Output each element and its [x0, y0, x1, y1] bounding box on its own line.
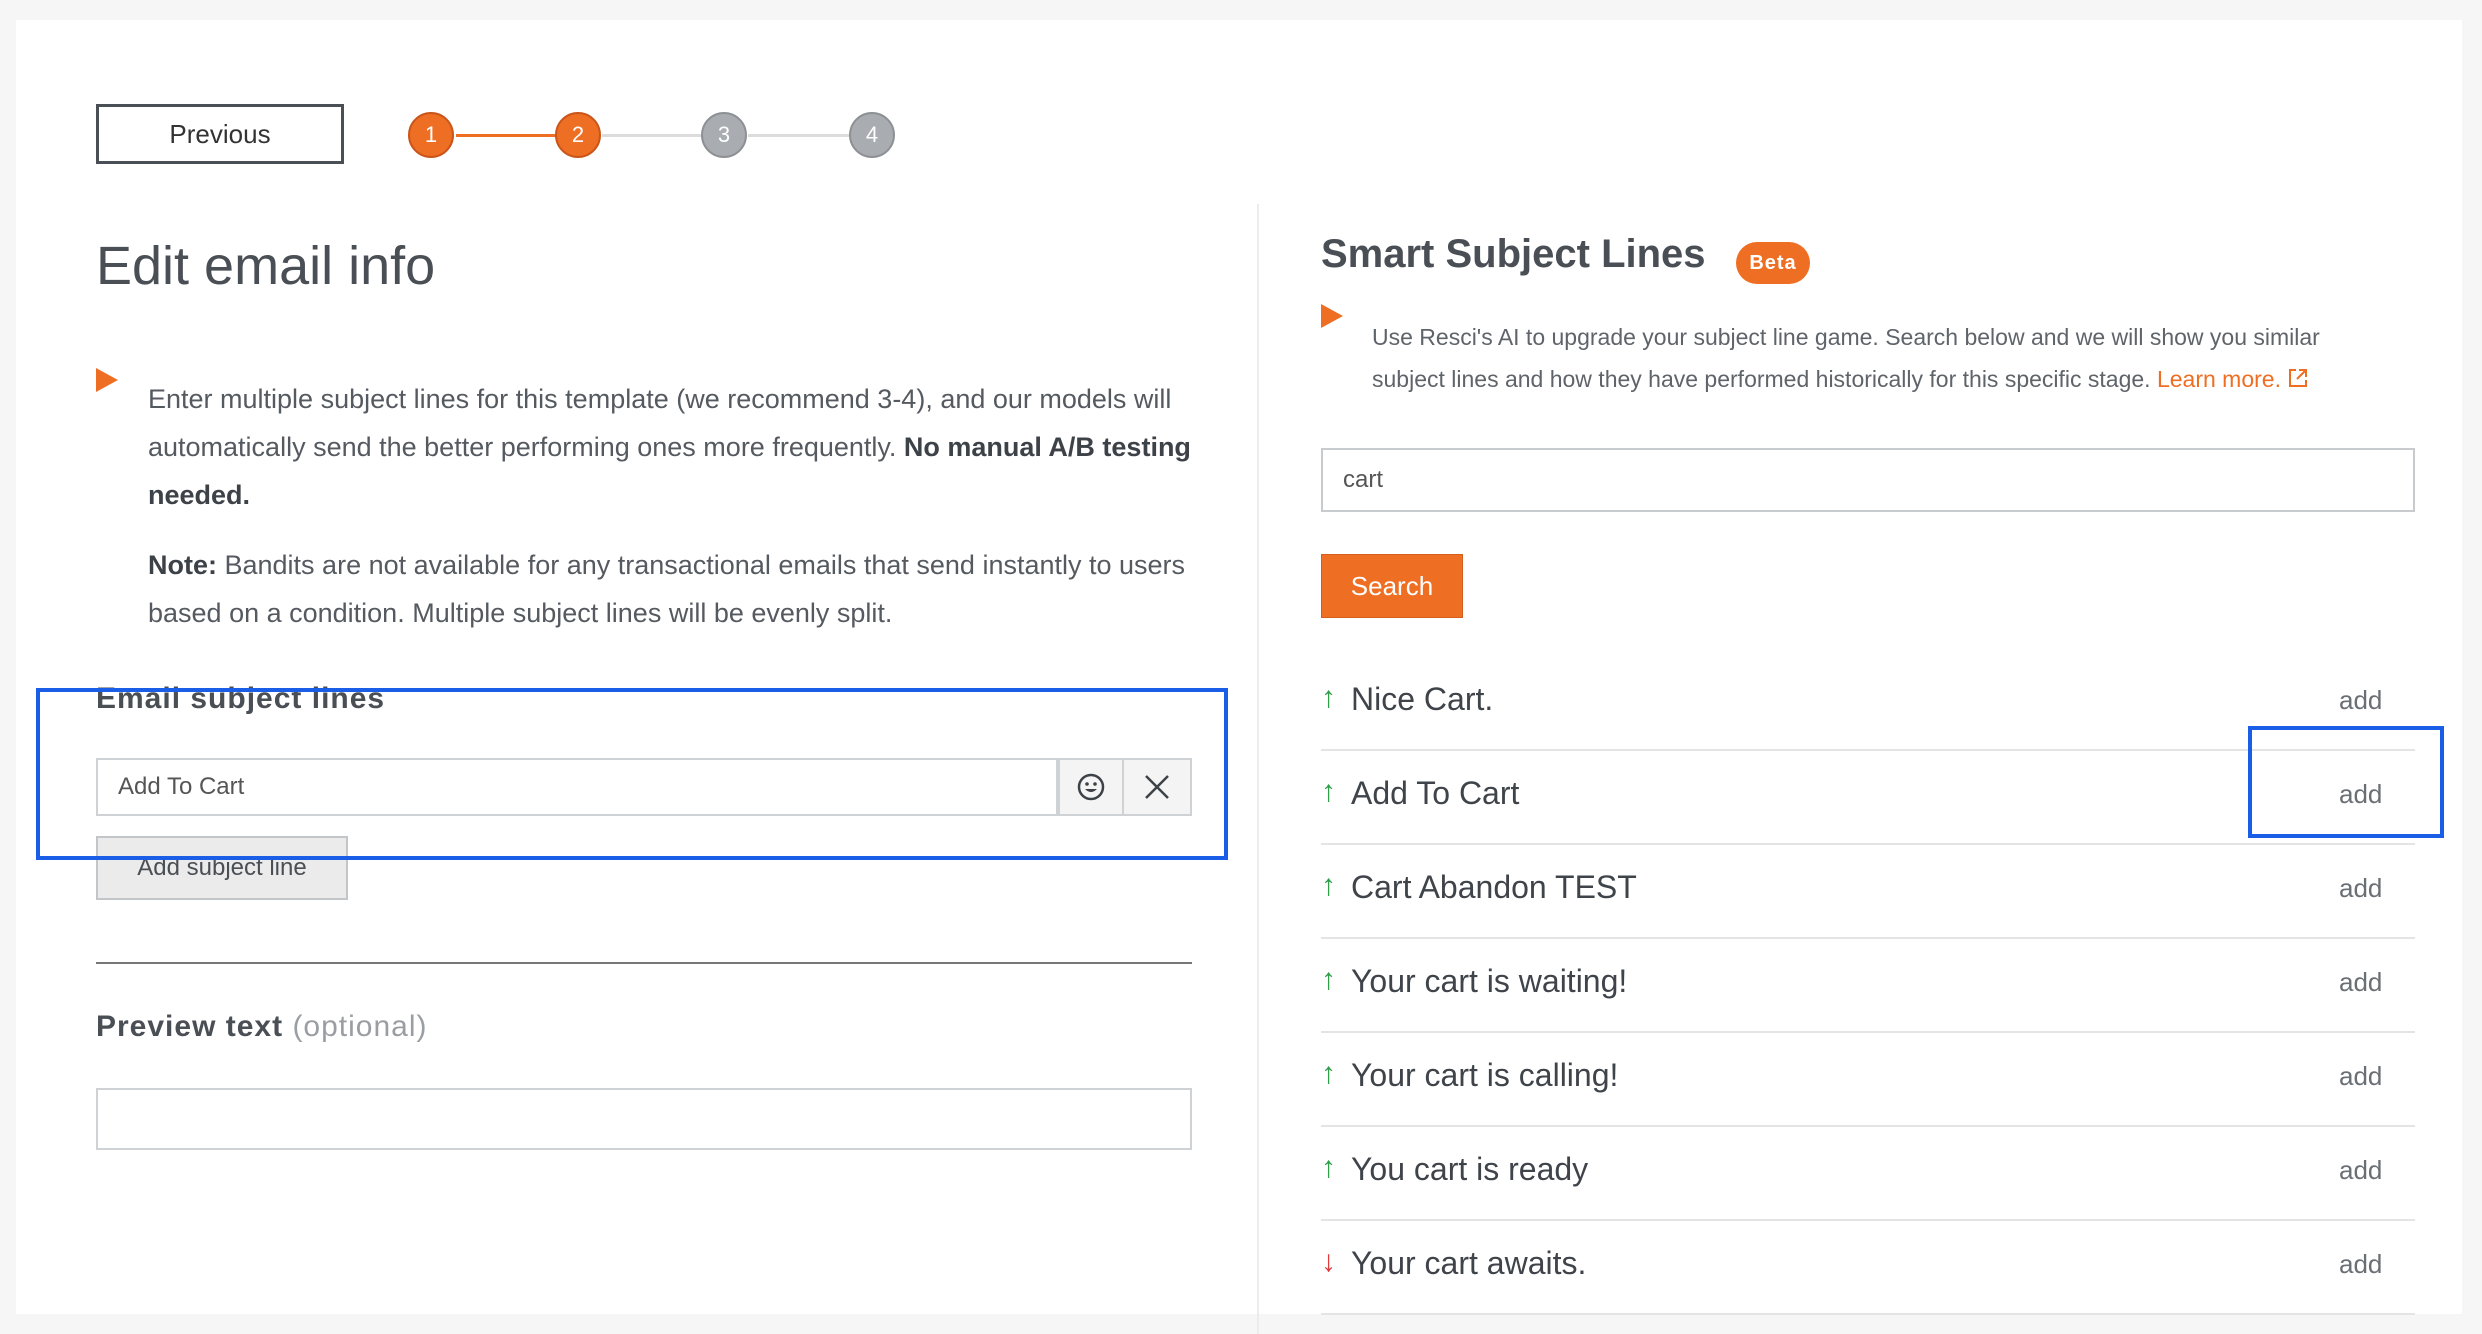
note-label: Note: [148, 550, 217, 580]
add-result-button[interactable]: add [2339, 873, 2382, 904]
result-row: ↑ Nice Cart. add [1321, 657, 2415, 751]
add-subject-line-button[interactable]: Add subject line [96, 836, 348, 900]
subject-lines-heading: Email subject lines [96, 682, 386, 715]
close-icon [1145, 775, 1169, 799]
result-label: Cart Abandon TEST [1351, 869, 1637, 905]
trend-up-icon: ↑ [1321, 963, 1336, 996]
beta-badge: Beta [1736, 242, 1810, 284]
trend-up-icon: ↑ [1321, 869, 1336, 902]
learn-more-link[interactable]: Learn more. [2157, 366, 2309, 392]
section-divider [96, 962, 1192, 964]
trend-up-icon: ↑ [1321, 775, 1336, 808]
column-divider [1257, 204, 1259, 1334]
page-title: Edit email info [96, 236, 436, 296]
preview-text-optional: (optional) [292, 1010, 428, 1043]
result-label: Nice Cart. [1351, 681, 1494, 717]
smart-subject-lines-description: Use Resci's AI to upgrade your subject l… [1372, 316, 2382, 400]
search-button[interactable]: Search [1321, 554, 1463, 618]
result-row: ↓ Your cart awaits. add [1321, 1221, 2415, 1315]
add-result-button[interactable]: add [2339, 1249, 2382, 1280]
step-4[interactable]: 4 [849, 112, 895, 158]
result-label: Your cart is waiting! [1351, 963, 1628, 999]
smart-subject-lines-title: Smart Subject Lines [1321, 232, 1706, 276]
preview-text-input[interactable] [96, 1088, 1192, 1150]
info-triangle-icon [96, 368, 118, 392]
result-label: Your cart awaits. [1351, 1245, 1587, 1281]
result-row: ↑ You cart is ready add [1321, 1127, 2415, 1221]
add-result-button[interactable]: add [2339, 779, 2382, 810]
remove-subject-button[interactable] [1122, 758, 1192, 816]
emoji-button[interactable] [1058, 758, 1124, 816]
main-card: Previous 1 2 3 4 Edit email info Enter m… [16, 20, 2462, 1334]
result-row: ↑ Add To Cart add [1321, 751, 2415, 845]
note-body: Bandits are not available for any transa… [148, 550, 1186, 628]
add-result-button[interactable]: add [2339, 1061, 2382, 1092]
trend-up-icon: ↑ [1321, 1151, 1336, 1184]
trend-down-icon: ↓ [1321, 1245, 1336, 1278]
step-3[interactable]: 3 [701, 112, 747, 158]
subject-line-input[interactable] [96, 758, 1058, 816]
add-result-button[interactable]: add [2339, 1155, 2382, 1186]
intro-text: Enter multiple subject lines for this te… [148, 375, 1198, 519]
preview-text-label: Preview text [96, 1010, 284, 1043]
info-triangle-icon-right [1321, 304, 1343, 328]
add-result-button[interactable]: add [2339, 685, 2382, 716]
trend-up-icon: ↑ [1321, 681, 1336, 714]
trend-up-icon: ↑ [1321, 1057, 1336, 1090]
subject-search-input[interactable] [1321, 448, 2415, 512]
row-separator [1321, 1313, 2415, 1315]
step-2[interactable]: 2 [555, 112, 601, 158]
result-row: ↑ Your cart is waiting! add [1321, 939, 2415, 1033]
result-label: You cart is ready [1351, 1151, 1589, 1187]
step-connector-2-3 [602, 134, 702, 137]
step-1[interactable]: 1 [408, 112, 454, 158]
smiley-icon [1077, 773, 1105, 801]
previous-button[interactable]: Previous [96, 104, 344, 164]
external-link-icon [2289, 369, 2308, 387]
result-row: ↑ Cart Abandon TEST add [1321, 845, 2415, 939]
result-label: Your cart is calling! [1351, 1057, 1619, 1093]
step-connector-1-2 [456, 134, 556, 137]
result-label: Add To Cart [1351, 775, 1520, 811]
preview-text-heading: Preview text (optional) [96, 1010, 428, 1044]
result-row: ↑ Your cart is calling! add [1321, 1033, 2415, 1127]
learn-more-label: Learn more. [2156, 366, 2281, 392]
add-result-button[interactable]: add [2339, 967, 2382, 998]
note-text: Note: Bandits are not available for any … [148, 541, 1198, 637]
step-connector-3-4 [748, 134, 852, 137]
